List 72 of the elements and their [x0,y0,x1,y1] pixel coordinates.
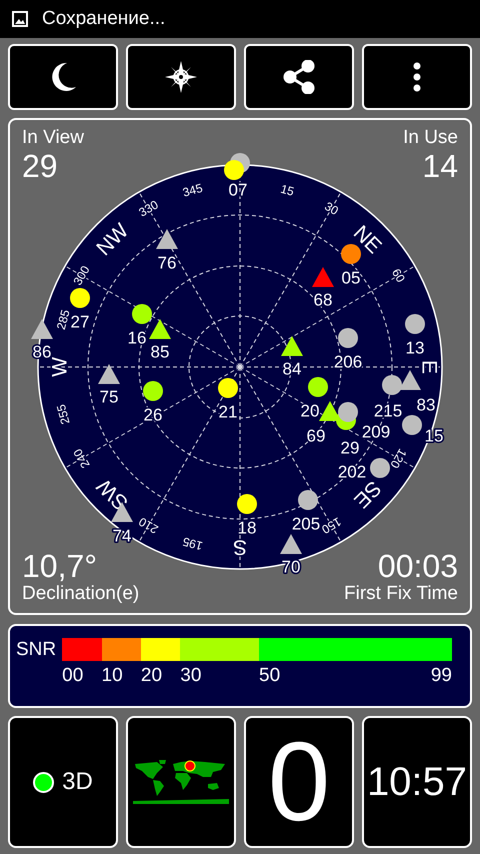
fix-status-tile[interactable]: 3D [8,716,118,848]
satellite-label: 74 [112,526,132,546]
satellite-label: 215 [374,402,402,420]
azimuth-label: 300 [70,263,93,288]
satellite-label: 76 [158,254,176,272]
snr-tick-label: 10 [102,665,123,687]
menu-button[interactable] [362,44,472,110]
clock-tile[interactable]: 10:57 [362,716,472,848]
satellite-label: 21 [218,402,238,422]
snr-tick-label: 00 [62,665,84,687]
compass-star-icon [164,60,198,94]
direction-label: E [418,360,440,374]
azimuth-label: 330 [136,197,161,220]
fix-time-label: First Fix Time [344,584,458,605]
azimuth-label: 60 [389,266,408,285]
satellite-label: 18 [238,518,256,538]
night-mode-button[interactable] [8,44,118,110]
satellite-label: 83 [416,396,436,414]
direction-label: NE [348,221,386,258]
more-icon [413,62,421,92]
azimuth-label: 15 [279,182,296,199]
in-use-label: In Use [403,128,458,149]
snr-tick-label: 30 [180,665,202,687]
compass-button[interactable] [126,44,236,110]
speed-value: 0 [268,726,330,838]
satellite-label: 85 [150,342,170,362]
satellite-label: 202 [338,462,366,482]
direction-label: SW [92,474,133,514]
image-icon [12,11,28,27]
satellite-label: 16 [128,328,146,348]
fix-status-text: 3D [62,768,93,796]
map-tile[interactable] [126,716,236,848]
satellite-label: 206 [334,352,362,372]
direction-label: W [48,357,72,377]
satellite-label: 05 [342,268,360,288]
azimuth-label: 150 [319,514,344,537]
azimuth-label: 240 [70,446,93,471]
declination-label: Declination(e) [22,584,140,605]
in-use-count: 14 [422,148,458,184]
satellite-label: 27 [70,312,90,332]
azimuth-label: 30 [322,199,341,218]
clock-time: 10:57 [366,760,468,804]
satellite-label: 13 [406,338,424,358]
satellite-label: 205 [292,514,320,534]
share-button[interactable] [244,44,354,110]
azimuth-label: 255 [54,402,73,426]
snr-label: SNR [16,638,56,661]
satellite-label: 26 [144,406,162,424]
satellite-label: 69 [306,426,326,446]
in-view-label: In View [22,128,84,149]
moon-icon [49,62,77,92]
azimuth-label: 210 [136,514,161,537]
satellite-label: 07 [228,180,248,200]
in-view-count: 29 [22,148,59,184]
azimuth-label: 195 [181,534,204,554]
declination-value: 10,7° [22,548,98,584]
satellite-label: 209 [362,422,390,442]
share-icon [283,60,315,94]
snr-tick-label: 99 [430,665,452,687]
fix-time-value: 00:03 [378,548,458,584]
satellite-label: 29 [340,438,360,458]
satellite-label: 20 [300,402,320,420]
direction-label: S [233,536,247,558]
azimuth-label: 120 [387,446,410,471]
azimuth-label: 345 [181,180,204,200]
satellite-label: 75 [100,388,118,406]
speed-tile[interactable]: 0 [244,716,354,848]
notification-text: Сохранение... [42,8,166,30]
snr-tick-label: 20 [140,665,162,687]
snr-tick-label: 50 [259,665,280,687]
direction-label: NW [92,219,134,260]
satellite-label: 68 [314,290,332,310]
